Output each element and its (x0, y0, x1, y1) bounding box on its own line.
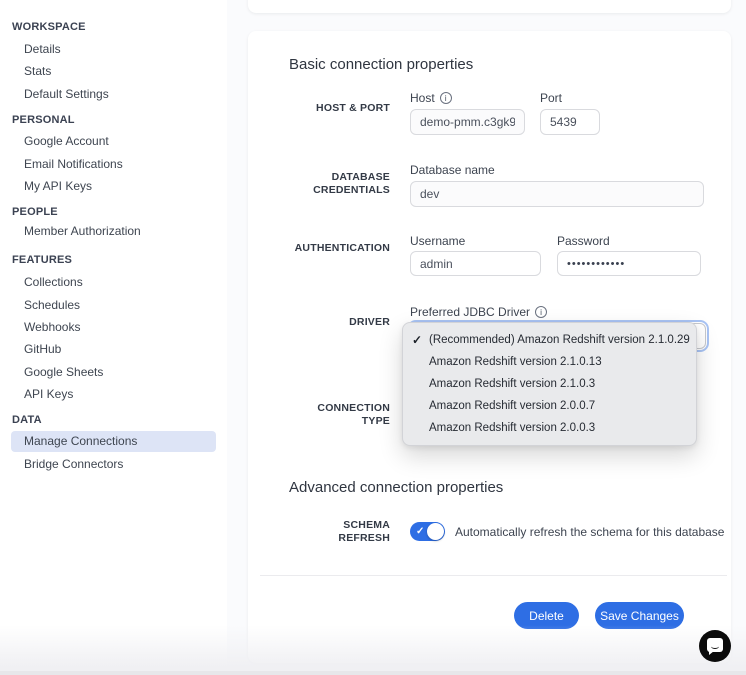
sidebar-section-personal: PERSONAL (12, 114, 75, 126)
section-label-line2: TYPE (268, 415, 390, 428)
section-label-line1: CONNECTION (268, 402, 390, 415)
sidebar-item-collections[interactable]: Collections (24, 275, 83, 289)
check-icon: ✓ (412, 329, 422, 351)
database-name-label-text: Database name (410, 163, 495, 177)
port-input[interactable] (540, 109, 600, 135)
driver-option-label: Amazon Redshift version 2.0.0.7 (429, 400, 595, 412)
driver-option-label: (Recommended) Amazon Redshift version 2.… (429, 334, 690, 346)
advanced-properties-heading: Advanced connection properties (289, 479, 503, 496)
delete-button[interactable]: Delete (514, 602, 579, 629)
section-label-line2: CREDENTIALS (268, 184, 390, 197)
toggle-knob (427, 523, 444, 540)
sidebar-item-api-keys[interactable]: API Keys (24, 387, 73, 401)
section-label-connection-type: CONNECTION TYPE (268, 402, 390, 428)
sidebar-item-details[interactable]: Details (24, 42, 61, 56)
section-label-database-credentials: DATABASE CREDENTIALS (268, 171, 390, 197)
info-icon[interactable]: i (535, 306, 547, 318)
username-input[interactable] (410, 251, 541, 276)
section-label-authentication: AUTHENTICATION (268, 242, 390, 255)
chat-smile-icon (711, 644, 719, 649)
sidebar-section-features: FEATURES (12, 254, 72, 266)
info-icon[interactable]: i (440, 92, 452, 104)
sidebar-item-google-sheets[interactable]: Google Sheets (24, 365, 103, 379)
password-label-text: Password (557, 234, 610, 248)
password-input[interactable] (557, 251, 701, 276)
username-label: Username (410, 234, 465, 248)
sidebar-section-workspace: WORKSPACE (12, 21, 86, 33)
sidebar-item-my-api-keys[interactable]: My API Keys (24, 179, 92, 193)
sidebar-item-stats[interactable]: Stats (24, 64, 51, 78)
sidebar-item-manage-connections[interactable]: Manage Connections (11, 431, 216, 452)
section-label-line1: DATABASE (268, 171, 390, 184)
previous-card-partial (248, 0, 731, 13)
jdbc-driver-label: Preferred JDBC Driver i (410, 305, 547, 319)
window-bottom-edge (0, 671, 746, 675)
driver-option-label: Amazon Redshift version 2.1.0.13 (429, 356, 602, 368)
password-label: Password (557, 234, 610, 248)
host-label-text: Host (410, 91, 435, 105)
sidebar-section-data: DATA (12, 414, 42, 426)
section-label-driver: DRIVER (268, 316, 390, 329)
username-label-text: Username (410, 234, 465, 248)
sidebar-item-member-authorization[interactable]: Member Authorization (24, 224, 141, 238)
database-name-label: Database name (410, 163, 495, 177)
sidebar-item-default-settings[interactable]: Default Settings (24, 87, 109, 101)
sidebar-item-schedules[interactable]: Schedules (24, 298, 80, 312)
basic-properties-heading: Basic connection properties (289, 56, 473, 73)
schema-refresh-description: Automatically refresh the schema for thi… (455, 525, 724, 539)
driver-option[interactable]: Amazon Redshift version 2.1.0.13 (403, 351, 696, 373)
settings-sidebar: WORKSPACE Details Stats Default Settings… (0, 0, 227, 675)
sidebar-item-google-account[interactable]: Google Account (24, 134, 109, 148)
driver-option-label: Amazon Redshift version 2.1.0.3 (429, 378, 595, 390)
sidebar-item-github[interactable]: GitHub (24, 342, 61, 356)
section-label-schema-refresh: SCHEMA REFRESH (268, 519, 390, 545)
driver-option-recommended[interactable]: ✓ (Recommended) Amazon Redshift version … (403, 329, 696, 351)
connection-settings-card: Basic connection properties HOST & PORT … (248, 31, 731, 663)
port-label-text: Port (540, 91, 562, 105)
chat-bubble-icon (707, 638, 723, 652)
schema-refresh-toggle[interactable]: ✓ (410, 522, 445, 541)
check-icon: ✓ (416, 522, 424, 541)
host-label: Host i (410, 91, 452, 105)
footer-divider (260, 575, 727, 576)
driver-option[interactable]: Amazon Redshift version 2.0.0.7 (403, 395, 696, 417)
sidebar-item-email-notifications[interactable]: Email Notifications (24, 157, 123, 171)
driver-option[interactable]: Amazon Redshift version 2.0.0.3 (403, 417, 696, 439)
sidebar-item-webhooks[interactable]: Webhooks (24, 320, 80, 334)
driver-option-label: Amazon Redshift version 2.0.0.3 (429, 422, 595, 434)
host-input[interactable] (410, 109, 525, 135)
schema-refresh-description-text: Automatically refresh the schema for thi… (455, 525, 724, 539)
driver-option[interactable]: Amazon Redshift version 2.1.0.3 (403, 373, 696, 395)
section-label-host-port: HOST & PORT (268, 102, 390, 115)
driver-dropdown-menu: ✓ (Recommended) Amazon Redshift version … (402, 322, 697, 446)
database-name-input[interactable] (410, 181, 704, 207)
save-changes-button[interactable]: Save Changes (595, 602, 684, 629)
jdbc-driver-label-text: Preferred JDBC Driver (410, 305, 530, 319)
sidebar-section-people: PEOPLE (12, 206, 58, 218)
port-label: Port (540, 91, 562, 105)
section-label-line2: REFRESH (268, 532, 390, 545)
section-label-line1: SCHEMA (268, 519, 390, 532)
sidebar-item-bridge-connectors[interactable]: Bridge Connectors (24, 457, 123, 471)
chat-widget-button[interactable] (699, 630, 731, 662)
